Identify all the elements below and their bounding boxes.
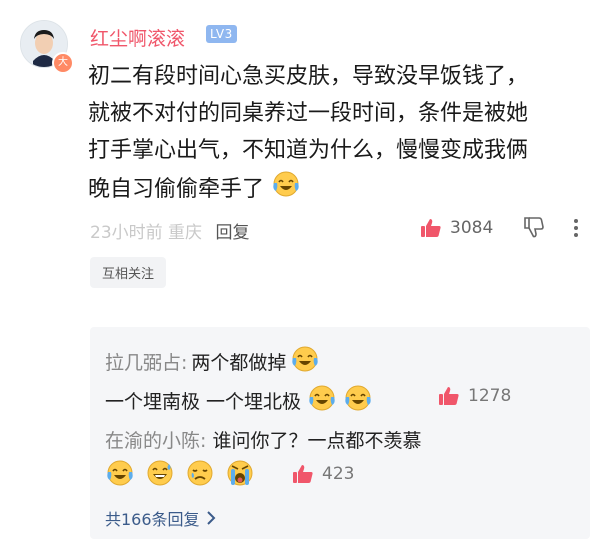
level-badge: LV3 (206, 25, 237, 43)
thumbs-up-icon (421, 219, 441, 237)
reply-like-button[interactable]: 423 (292, 464, 354, 484)
view-all-replies[interactable]: 共166条回复 (105, 506, 216, 530)
comment-line: 初二有段时间心急买皮肤，导致没早饭钱了， (88, 64, 529, 89)
comment-line-last: 晚自习偷偷牵手了 (88, 169, 588, 211)
comment-line: 晚自习偷偷牵手了 (88, 177, 265, 202)
reply-item[interactable]: 在渝的小陈: 谁问你了？一点都不羡慕 (105, 426, 421, 453)
reply-like-count: 423 (322, 464, 355, 484)
reply-author[interactable]: 拉几弼占: (105, 348, 187, 375)
reply-item[interactable]: 拉几弼占: 两个都做掉 (105, 344, 320, 379)
reply-like-count: 1278 (468, 386, 512, 406)
reply-text: 一个埋南极 一个埋北极 (105, 391, 302, 413)
reply-text: 谁问你了？一点都不羡慕 (206, 430, 422, 452)
more-vertical-icon (574, 219, 578, 237)
comment-line: 打手掌心出气，不知道为什么，慢慢变成我俩 (88, 138, 529, 163)
comment-meta: 23小时前 重庆 回复 (90, 218, 249, 243)
reply-author[interactable]: 在渝的小陈: (105, 430, 206, 452)
comment-line: 就被不对付的同桌养过一段时间，条件是被她 (88, 101, 529, 126)
reply-button[interactable]: 回复 (215, 223, 249, 243)
thumbs-down-icon (524, 217, 544, 238)
tears-of-joy-icon (271, 169, 301, 211)
reply-like-button[interactable]: 1278 (438, 386, 511, 406)
sad-face-icon (185, 458, 215, 492)
grinning-sweat-icon (145, 458, 175, 492)
total-replies-label: 共166条回复 (105, 510, 200, 529)
chevron-right-icon (206, 511, 215, 525)
tears-of-joy-icon (343, 383, 373, 418)
avatar-badge: 大 (52, 52, 74, 74)
tears-of-joy-icon (105, 458, 135, 492)
follow-tag: 互相关注 (90, 257, 167, 288)
tears-of-joy-icon (307, 383, 337, 418)
reply-emoji-row (105, 458, 255, 492)
time-location: 23小时前 重庆 (90, 223, 203, 243)
comment-text: 初二有段时间心急买皮肤，导致没早饭钱了， 就被不对付的同桌养过一段时间，条件是被… (88, 58, 588, 211)
reply-text: 两个都做掉 (191, 352, 287, 374)
reply-item[interactable]: 一个埋南极 一个埋北极 (105, 383, 373, 418)
thumbs-up-icon (293, 465, 313, 483)
username[interactable]: 红尘啊滚滚 (90, 24, 185, 51)
like-button[interactable]: 3084 (420, 216, 493, 240)
dislike-button[interactable] (523, 216, 545, 242)
wailing-face-icon (225, 458, 255, 492)
like-count: 3084 (450, 218, 494, 238)
tears-of-joy-icon (290, 344, 320, 379)
more-button[interactable] (571, 216, 581, 240)
thumbs-up-icon (439, 387, 459, 405)
